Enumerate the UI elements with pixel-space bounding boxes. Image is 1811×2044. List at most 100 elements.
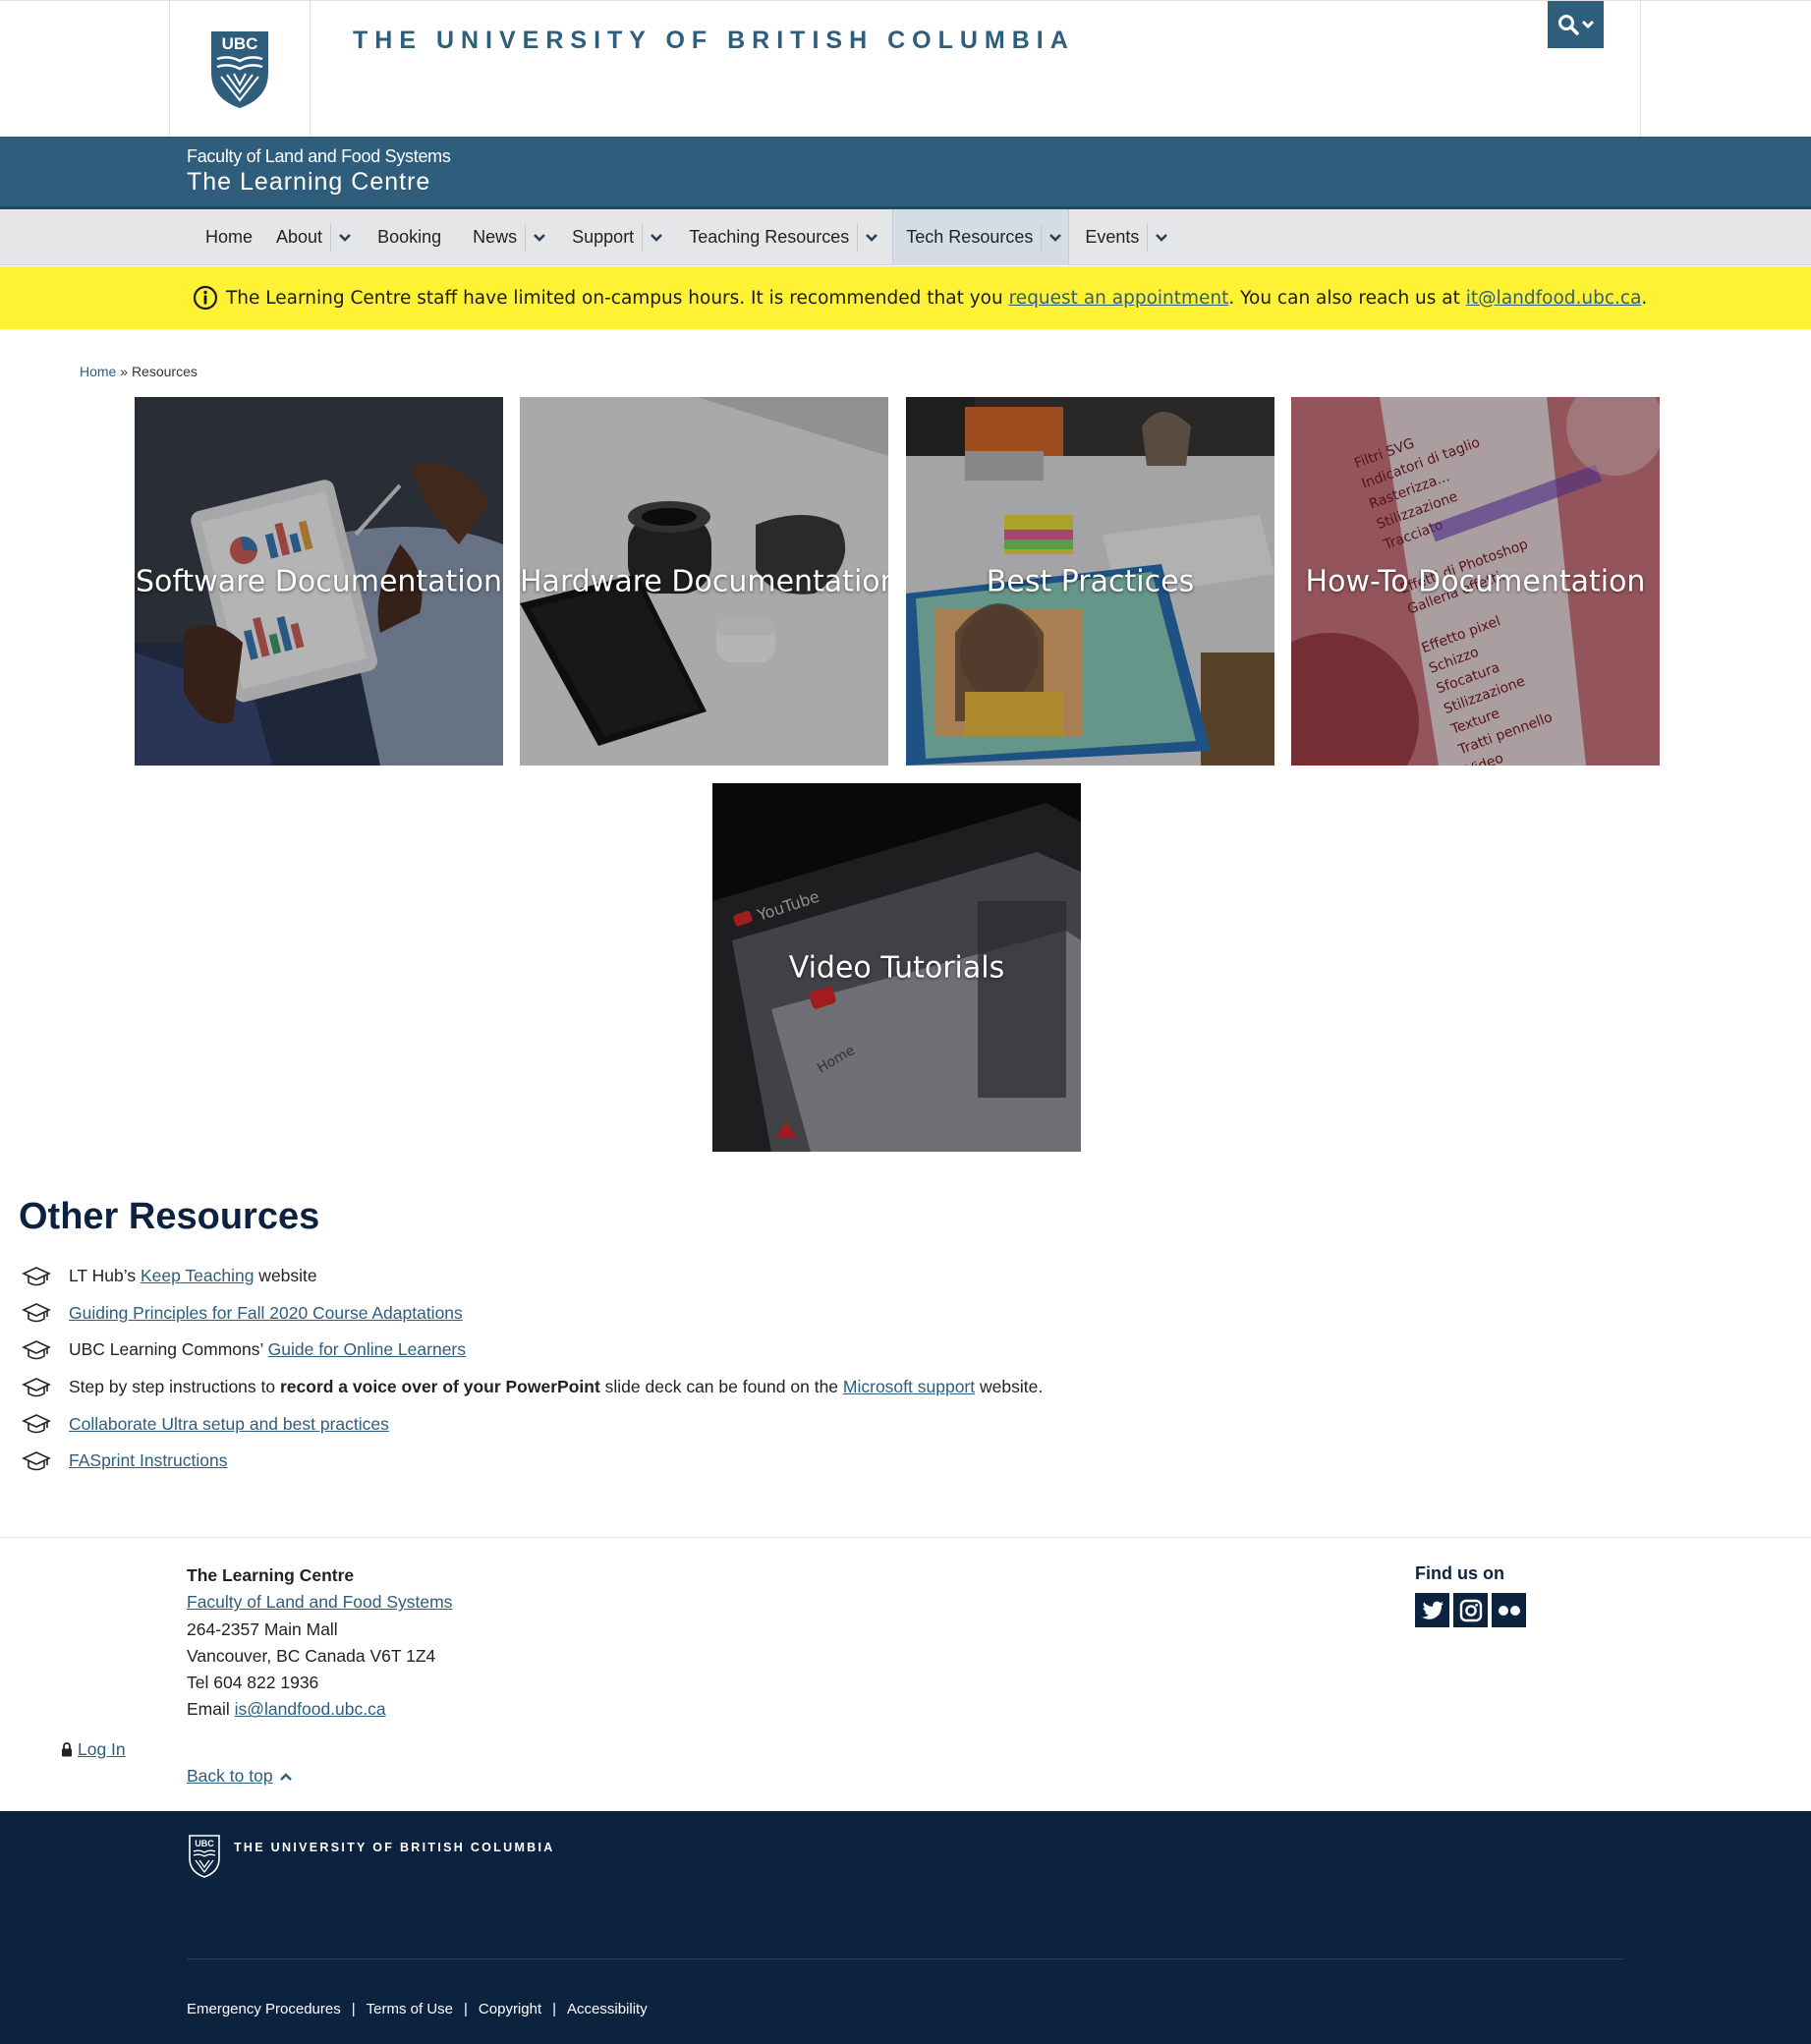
events-dropdown-toggle[interactable] (1147, 223, 1174, 252)
footer-email-row: Email is@landfood.ubc.ca (187, 1696, 452, 1723)
breadcrumb-current: Resources (131, 364, 198, 379)
footer-link-separator: | (464, 2001, 468, 2017)
request-appointment-link[interactable]: request an appointment (1009, 288, 1229, 309)
footer-faculty-link[interactable]: Faculty of Land and Food Systems (187, 1592, 452, 1612)
guiding-principles-link[interactable]: Guiding Principles for Fall 2020 Course … (69, 1303, 463, 1324)
ubc-global-footer: UBC THE UNIVERSITY OF BRITISH COLUMBIA E… (0, 1811, 1811, 2044)
emergency-procedures-link[interactable]: Emergency Procedures (187, 2001, 341, 2017)
resource-prefix: LT Hub’s (69, 1266, 141, 1286)
fasprint-instructions-link[interactable]: FASprint Instructions (69, 1450, 227, 1471)
social-links (1415, 1593, 1526, 1627)
tile-label: Software Documentation (135, 564, 503, 598)
accessibility-link[interactable]: Accessibility (567, 2001, 648, 2017)
teaching-resources-dropdown-toggle[interactable] (857, 223, 884, 252)
search-toggle-button[interactable] (1548, 1, 1604, 48)
graduation-cap-icon (22, 1303, 51, 1323)
tile-best-practices[interactable]: Best Practices (906, 397, 1274, 766)
online-learners-guide-link[interactable]: Guide for Online Learners (268, 1339, 466, 1359)
footer-address-line-2: Vancouver, BC Canada V6T 1Z4 (187, 1645, 436, 1666)
graduation-cap-icon (22, 1414, 51, 1434)
breadcrumb: Home » Resources (80, 364, 198, 379)
list-item: FASprint Instructions (22, 1443, 1043, 1480)
resource-prefix: UBC Learning Commons’ (69, 1339, 268, 1360)
tile-how-to-documentation[interactable]: Filtri SVG Indicatori di taglio Rasteriz… (1291, 397, 1660, 766)
header-frame: UBC THE UNIVERSITY OF BRITISH COLUMBIA (169, 1, 1641, 138)
footer-address-line-1: 264-2357 Main Mall (187, 1618, 338, 1639)
nav-support-link[interactable]: Support (560, 227, 642, 248)
nav-item-support[interactable]: Support (560, 209, 677, 265)
back-to-top-link[interactable]: Back to top (187, 1766, 273, 1787)
tile-software-documentation[interactable]: Software Documentation (135, 397, 503, 766)
support-dropdown-toggle[interactable] (642, 223, 669, 252)
breadcrumb-home-link[interactable]: Home (80, 364, 116, 379)
chevron-down-icon (1581, 20, 1594, 29)
instagram-link[interactable] (1453, 1593, 1488, 1627)
footer-email-link[interactable]: is@landfood.ubc.ca (235, 1699, 386, 1719)
svg-text:UBC: UBC (222, 34, 258, 53)
nav-list: Home About Booking News Support Teaching… (187, 209, 1182, 265)
it-email-link[interactable]: it@landfood.ubc.ca (1466, 288, 1642, 309)
footer-brand-text: THE UNIVERSITY OF BRITISH COLUMBIA (234, 1841, 555, 1854)
ubc-crest-icon: UBC (189, 1835, 220, 1878)
nav-item-news[interactable]: News (461, 209, 560, 265)
svg-text:UBC: UBC (195, 1839, 214, 1848)
nav-tech-resources-link[interactable]: Tech Resources (893, 227, 1041, 248)
alert-message: The Learning Centre staff have limited o… (193, 285, 1647, 311)
microsoft-support-link[interactable]: Microsoft support (843, 1377, 975, 1396)
lock-icon (62, 1742, 72, 1757)
nav-item-about[interactable]: About (264, 209, 366, 265)
nav-about-link[interactable]: About (264, 227, 330, 248)
footer-link-separator: | (351, 2001, 356, 2017)
nav-home-link[interactable]: Home (187, 227, 264, 248)
resource-suffix: website (254, 1266, 317, 1286)
footer-divider (0, 1537, 1811, 1538)
site-header: UBC THE UNIVERSITY OF BRITISH COLUMBIA (0, 0, 1811, 138)
ubc-logo[interactable]: UBC (170, 1, 311, 138)
tile-video-tutorials[interactable]: YouTube Home Video Tutorials (712, 783, 1081, 1152)
keep-teaching-link[interactable]: Keep Teaching (141, 1266, 254, 1285)
flickr-link[interactable] (1492, 1593, 1526, 1627)
nav-booking-link[interactable]: Booking (366, 227, 461, 248)
nav-item-tech-resources[interactable]: Tech Resources (892, 209, 1070, 265)
terms-of-use-link[interactable]: Terms of Use (367, 2001, 453, 2017)
unit-bar: Faculty of Land and Food Systems The Lea… (0, 137, 1811, 209)
university-title[interactable]: THE UNIVERSITY OF BRITISH COLUMBIA (353, 27, 1075, 55)
unit-name[interactable]: The Learning Centre (187, 168, 430, 197)
nav-item-home[interactable]: Home (187, 209, 264, 265)
tile-label: Best Practices (986, 564, 1195, 598)
nav-item-events[interactable]: Events (1069, 209, 1182, 265)
news-dropdown-toggle[interactable] (525, 223, 552, 252)
footer-telephone: Tel 604 822 1936 (187, 1673, 319, 1693)
collaborate-ultra-link[interactable]: Collaborate Ultra setup and best practic… (69, 1414, 389, 1435)
nav-item-teaching-resources[interactable]: Teaching Resources (677, 209, 884, 265)
nav-teaching-resources-link[interactable]: Teaching Resources (677, 227, 857, 248)
resource-suffix: website. (975, 1377, 1044, 1397)
info-icon (193, 285, 218, 311)
alert-banner: The Learning Centre staff have limited o… (0, 266, 1811, 329)
nav-item-booking[interactable]: Booking (366, 209, 461, 265)
footer-link-separator: | (552, 2001, 557, 2017)
graduation-cap-icon (22, 1450, 51, 1471)
alert-text-part-2: . You can also reach us at (1228, 287, 1466, 309)
tile-hardware-documentation[interactable]: Hardware Documentation (520, 397, 888, 766)
footer-contact: The Learning Centre Faculty of Land and … (187, 1562, 452, 1724)
nav-news-link[interactable]: News (461, 227, 525, 248)
chevron-down-icon (338, 233, 351, 242)
footer-brand[interactable]: UBC THE UNIVERSITY OF BRITISH COLUMBIA (189, 1835, 555, 1878)
about-dropdown-toggle[interactable] (330, 223, 358, 252)
main-navigation: Home About Booking News Support Teaching… (0, 209, 1811, 265)
login-area: Log In (61, 1739, 126, 1760)
footer-email-label: Email (187, 1699, 235, 1720)
twitter-link[interactable] (1415, 1593, 1449, 1627)
list-item: Guiding Principles for Fall 2020 Course … (22, 1295, 1043, 1333)
login-link[interactable]: Log In (78, 1739, 126, 1760)
nav-events-link[interactable]: Events (1069, 227, 1147, 248)
list-item: Step by step instructions to record a vo… (22, 1369, 1043, 1406)
chevron-up-icon[interactable] (279, 1772, 293, 1782)
alert-text-body: The Learning Centre staff have limited o… (226, 288, 1647, 309)
list-item: UBC Learning Commons’ Guide for Online L… (22, 1332, 1043, 1369)
tech-resources-dropdown-toggle[interactable] (1041, 223, 1068, 252)
resource-middle: slide deck can be found on the (599, 1377, 843, 1397)
faculty-name[interactable]: Faculty of Land and Food Systems (187, 146, 451, 167)
copyright-link[interactable]: Copyright (479, 2001, 541, 2017)
